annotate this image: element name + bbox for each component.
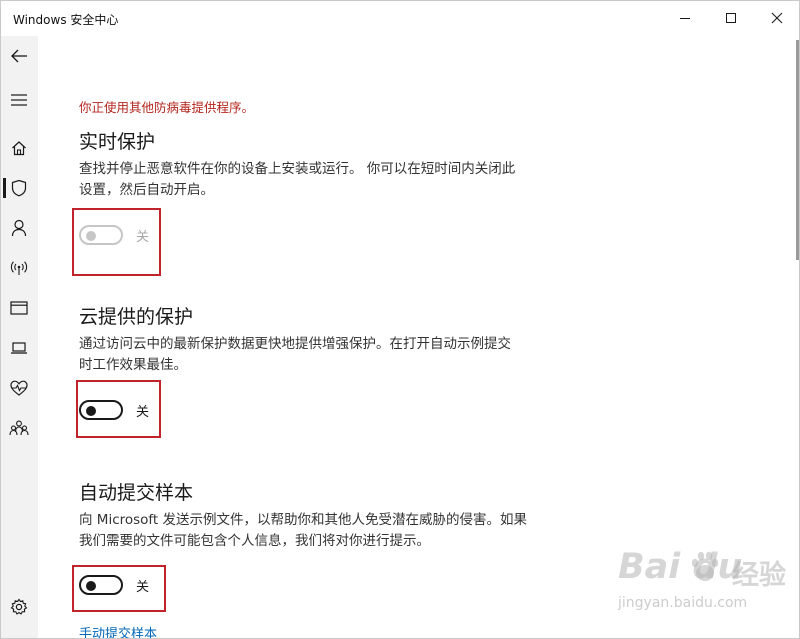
cloud-protection-toggle-row: 关 [79,400,149,420]
nav-home[interactable] [0,132,38,164]
minimize-icon [680,18,690,19]
cloud-protection-state: 关 [136,404,150,420]
close-button[interactable] [754,0,800,36]
maximize-icon [726,13,736,23]
cloud-protection-toggle[interactable] [79,400,123,420]
description-line: 时工作效果最佳。 [79,357,187,373]
maximize-button[interactable] [708,0,754,36]
navigation-rail [0,36,38,639]
description-line: 查找并停止恶意软件在你的设备上安装或运行。 你可以在短时间内关闭此 [79,161,516,177]
family-icon [9,420,29,436]
shield-icon [11,179,27,197]
windows-security-window: Windows 安全中心 你正使用其他防病毒提供程序。 实时保护 查找并停止恶意… [0,0,800,639]
cloud-protection-title: 云提供的保护 [79,306,194,328]
app-browser-window-icon [10,301,28,315]
home-icon [12,141,26,156]
manual-submit-sample-link[interactable]: 手动提交样本 [79,623,157,639]
description-line: 我们需要的文件可能包含个人信息，我们将对你进行提示。 [79,533,430,549]
nav-device-security[interactable] [0,332,38,364]
scrollbar-thumb[interactable] [796,40,800,260]
account-icon [11,219,27,237]
sample-submission-title: 自动提交样本 [79,482,194,504]
cloud-protection-description: 通过访问云中的最新保护数据更快地提供增强保护。在打开自动示例提交 时工作效果最佳… [79,334,579,376]
hamburger-menu-icon [11,94,27,106]
toggle-knob [86,581,96,591]
health-heart-icon [10,380,28,396]
back-arrow-icon [11,49,27,63]
window-title: Windows 安全中心 [13,13,119,27]
nav-family-options[interactable] [0,412,38,444]
realtime-protection-state: 关 [136,229,150,245]
gear-icon [10,598,28,615]
back-button[interactable] [0,40,38,72]
menu-button[interactable] [0,84,38,116]
realtime-protection-description: 查找并停止恶意软件在你的设备上安装或运行。 你可以在短时间内关闭此 设置，然后自… [79,159,579,201]
title-bar: Windows 安全中心 [0,0,800,36]
description-line: 通过访问云中的最新保护数据更快地提供增强保护。在打开自动示例提交 [79,336,511,352]
realtime-protection-toggle[interactable] [79,225,123,245]
sample-submission-description: 向 Microsoft 发送示例文件，以帮助你和其他人免受潜在威胁的侵害。如果 … [79,510,579,552]
nav-virus-protection[interactable] [0,172,38,204]
minimize-button[interactable] [662,0,708,36]
sample-submission-state: 关 [136,579,150,595]
antivirus-provider-warning: 你正使用其他防病毒提供程序。 [79,100,255,115]
sample-submission-toggle-row: 关 [79,575,149,595]
description-line: 设置，然后自动开启。 [79,182,214,198]
nav-device-performance-health[interactable] [0,372,38,404]
sample-submission-toggle[interactable] [79,575,123,595]
nav-settings[interactable] [0,591,38,623]
toggle-knob [86,231,96,241]
toggle-knob [86,406,96,416]
nav-account-protection[interactable] [0,212,38,244]
realtime-protection-toggle-row: 关 [79,225,149,245]
laptop-icon [11,342,27,354]
nav-firewall-network[interactable] [0,252,38,284]
nav-app-browser-control[interactable] [0,292,38,324]
description-line: 向 Microsoft 发送示例文件，以帮助你和其他人免受潜在威胁的侵害。如果 [79,512,528,528]
close-icon [771,12,783,24]
realtime-protection-title: 实时保护 [79,131,156,153]
network-antenna-icon [10,261,28,275]
main-content: 你正使用其他防病毒提供程序。 实时保护 查找并停止恶意软件在你的设备上安装或运行… [38,36,795,639]
